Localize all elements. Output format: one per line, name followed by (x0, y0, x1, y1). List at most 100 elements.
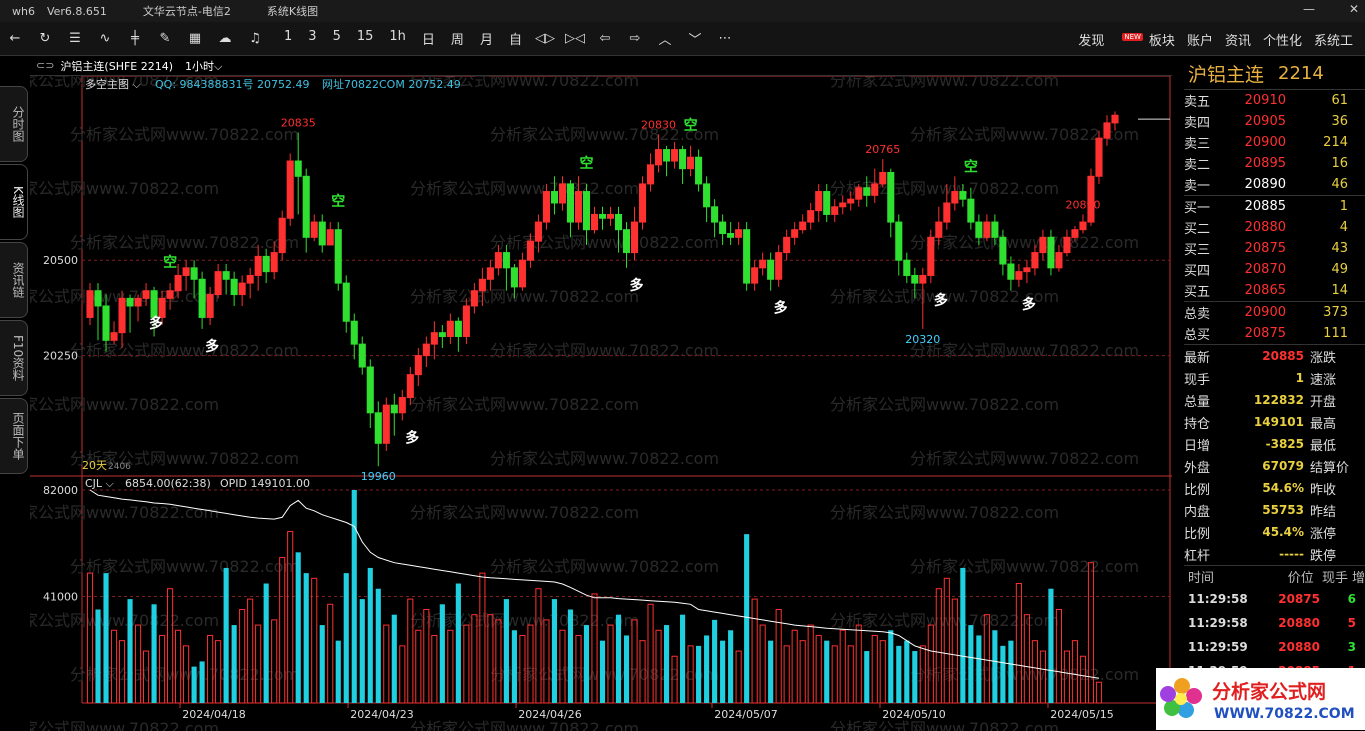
server-label: 文华云节点-电信2 (142, 5, 231, 18)
chevron-up-icon[interactable]: ︿ (650, 29, 680, 48)
opid-value: OPID 149101.00 (220, 477, 310, 490)
instrument-name: 沪铝主连 (1188, 64, 1265, 86)
book-price[interactable]: 20900 (1216, 135, 1286, 150)
period-select[interactable]: 1小时⌵ (179, 58, 222, 74)
period-7-button[interactable]: 月 (476, 29, 497, 48)
volume-bar (191, 666, 197, 703)
volume-bar (223, 567, 229, 703)
line-chart-icon[interactable]: ∿ (90, 31, 120, 46)
bell-icon[interactable]: ♫ (240, 31, 270, 46)
book-price[interactable]: 20905 (1216, 114, 1286, 129)
menu-2-button[interactable]: 账户 (1187, 30, 1213, 49)
period-2-button[interactable]: 5 (329, 29, 345, 48)
arrow-left-icon[interactable]: ⇦ (590, 31, 620, 46)
volume-bar (503, 599, 509, 703)
watermark-text: 分析家公式网www.70822.com (30, 611, 219, 630)
candle (286, 153, 294, 226)
draw-tool-icon[interactable]: ✎ (150, 31, 180, 46)
volume-bar (768, 640, 774, 703)
period-6-button[interactable]: 周 (447, 29, 468, 48)
kline-icon[interactable]: ╪ (120, 31, 150, 46)
watermark-text: 分析家公式网www.70822.com (830, 395, 1059, 414)
book-price[interactable]: 20895 (1216, 156, 1286, 171)
chevron-down-icon[interactable]: ﹀ (680, 29, 710, 48)
period-8-button[interactable]: 自 (505, 29, 526, 48)
minimize-button[interactable]: — (1303, 2, 1315, 16)
quote-label-right: 昨收 (1310, 482, 1337, 498)
zoom-in-icon[interactable]: ◁▷ (530, 31, 560, 46)
book-price[interactable]: 20890 (1216, 177, 1286, 192)
indicator-qq: QQ: 984388831号 20752.49 (155, 78, 310, 91)
back-icon[interactable]: ← (0, 31, 30, 46)
grid-icon[interactable]: ▦ (180, 31, 210, 46)
zoom-out-icon[interactable]: ▷◁ (560, 31, 590, 46)
bids-row: 买三 20875 43 (1184, 238, 1365, 259)
candle (278, 210, 286, 261)
volume-bar (551, 599, 558, 703)
watermark-text: 分析家公式网www.70822.com (910, 233, 1139, 252)
book-price[interactable]: 20910 (1216, 93, 1286, 108)
chart-header: ⊂⊃ 沪铝主连(SHFE 2214) 1小时⌵ (30, 56, 1172, 76)
watermark-text: 分析家公式网www.70822.com (910, 449, 1139, 468)
date-label: 2024/04/23 (350, 708, 413, 721)
volume-bar (583, 625, 590, 703)
quote-row: 外盘 67079 结算价 (1184, 455, 1365, 477)
menu-0-button[interactable]: 发现 NEW (1078, 30, 1143, 49)
extreme-price-label: 20835 (281, 116, 316, 129)
contract-label: 2406 (108, 462, 131, 472)
menu-3-button[interactable]: 资讯 (1225, 30, 1251, 49)
list-icon[interactable]: ☰ (60, 31, 90, 46)
book-price[interactable]: 20870 (1216, 262, 1286, 277)
bids-row: 买五 20865 14 (1184, 280, 1365, 301)
signal-label: 空 (964, 159, 978, 176)
extreme-price-label: 20890 (1065, 198, 1100, 211)
tab-4[interactable]: 页面下单 (0, 398, 28, 474)
period-5-button[interactable]: 日 (418, 29, 439, 48)
book-label: 买三 (1184, 243, 1211, 258)
quote-label-right: 开盘 (1310, 394, 1337, 410)
signal-label: 多 (630, 277, 644, 294)
date-label: 2024/05/10 (882, 708, 945, 721)
tab-2[interactable]: 资讯链 (0, 242, 28, 318)
period-1-button[interactable]: 3 (304, 29, 320, 48)
symbol-menu-icon[interactable]: ⊂⊃ (36, 59, 54, 72)
period-0-button[interactable]: 1 (280, 29, 296, 48)
cloud-icon[interactable]: ☁ (210, 31, 240, 46)
watermark-text: 分析家公式网www.70822.com (410, 287, 639, 306)
quote-label: 比例 (1184, 482, 1211, 498)
volume-bar (1008, 640, 1014, 703)
left-tabs: 分时图 K线图 资讯链 F10资料 页面下单 (0, 86, 30, 666)
book-price[interactable]: 20885 (1216, 199, 1286, 214)
book-price[interactable]: 20875 (1216, 241, 1286, 256)
period-4-button[interactable]: 1h (385, 29, 410, 48)
period-label: 20天 (82, 459, 107, 472)
quote-row: 杠杆 ----- 跌停 (1184, 543, 1365, 565)
asks-row: 卖一 20890 46 (1184, 174, 1365, 195)
menu-5-button[interactable]: 系统工 (1314, 30, 1353, 49)
more-icon[interactable]: ⋯ (710, 31, 740, 46)
instrument-header: 沪铝主连 2214 (1184, 58, 1365, 90)
tab-1[interactable]: K线图 (0, 164, 28, 240)
book-price[interactable]: 20880 (1216, 220, 1286, 235)
tab-0[interactable]: 分时图 (0, 86, 28, 162)
menu-1-button[interactable]: 板块 (1149, 30, 1175, 49)
totals-row: 总卖 20900 373 (1184, 302, 1365, 323)
period-3-button[interactable]: 15 (353, 29, 378, 48)
refresh-icon[interactable]: ↻ (30, 31, 60, 46)
volume-indicator-name: CJL ⌵ (85, 477, 115, 490)
version-label: Ver6.8.651 (46, 4, 107, 18)
kline-chart[interactable]: 分析家公式网www.70822.com 分析家公式网www.70822.com 分析… (30, 76, 1172, 731)
volume-bar (960, 567, 966, 703)
book-price[interactable]: 20900 (1216, 305, 1286, 320)
signal-label: 多 (1022, 296, 1036, 313)
book-volume: 14 (1331, 283, 1348, 298)
close-button[interactable]: ✕ (1349, 2, 1359, 16)
book-price[interactable]: 20875 (1216, 326, 1286, 341)
tab-3[interactable]: F10资料 (0, 320, 28, 396)
arrow-right-icon[interactable]: ⇨ (620, 31, 650, 46)
volume-bar (567, 609, 574, 703)
totals-row: 总买 20875 111 (1184, 323, 1365, 344)
menu-4-button[interactable]: 个性化 (1263, 30, 1302, 49)
asks-row: 卖五 20910 61 (1184, 90, 1365, 111)
book-price[interactable]: 20865 (1216, 283, 1286, 298)
